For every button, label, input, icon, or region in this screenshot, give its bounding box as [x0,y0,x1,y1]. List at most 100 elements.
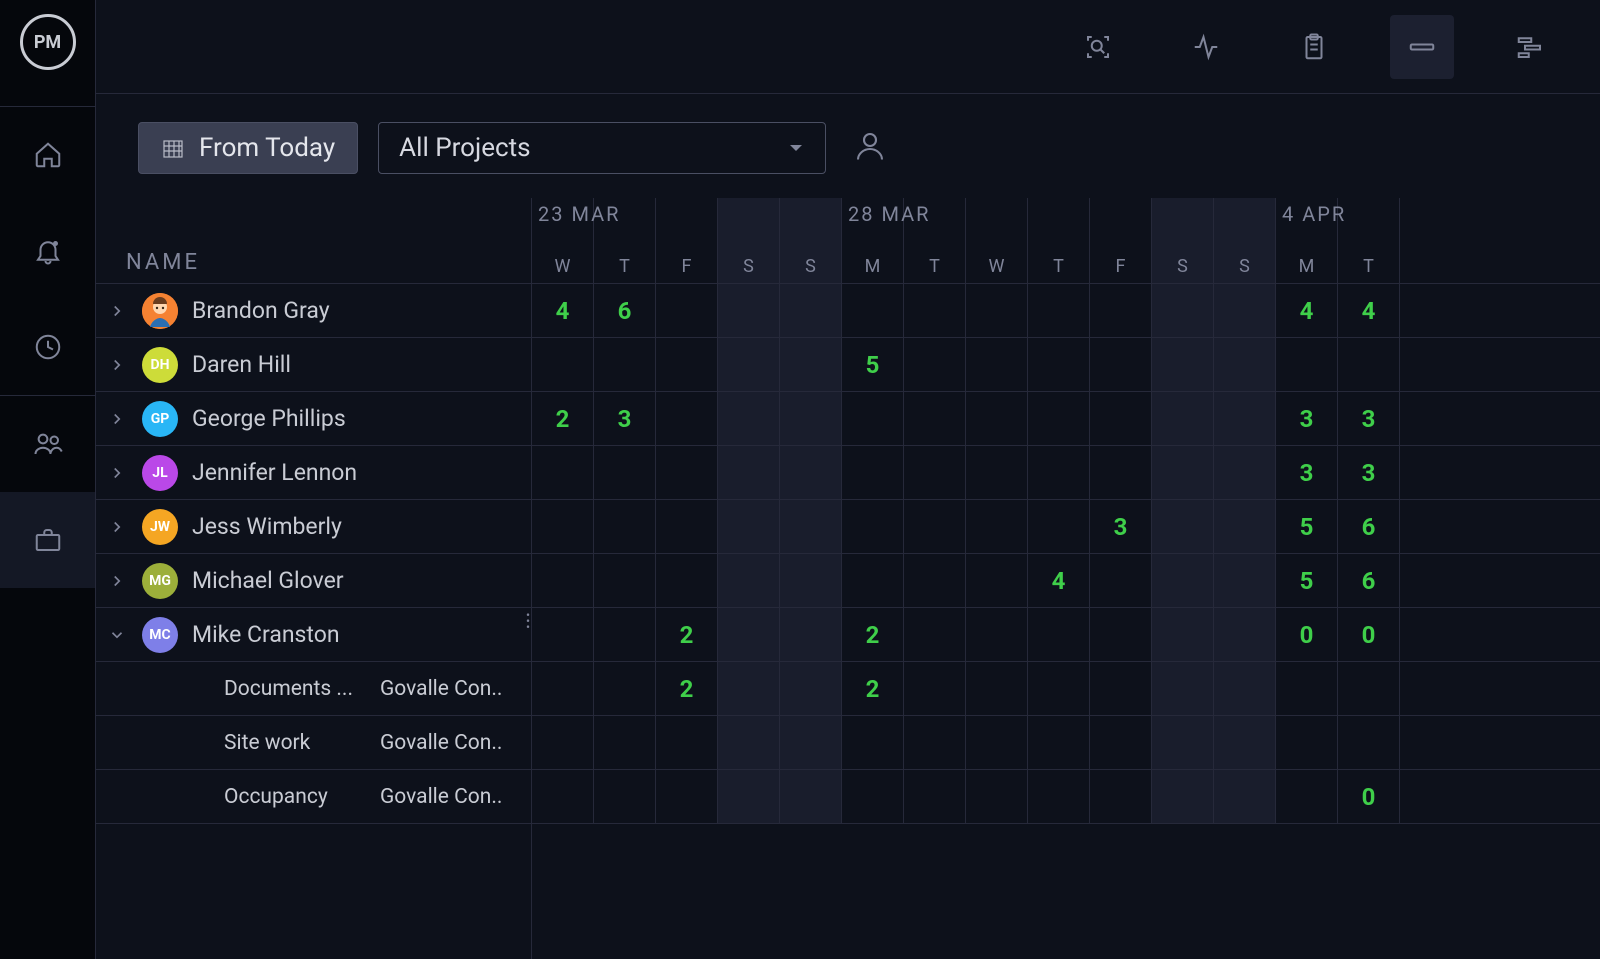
calendar-cell[interactable] [1090,554,1152,607]
calendar-cell[interactable]: 4 [1276,284,1338,337]
column-resize-handle[interactable]: ••• [526,612,530,630]
person-row[interactable]: JLJennifer Lennon [96,446,531,500]
calendar-cell[interactable] [966,500,1028,553]
expand-toggle[interactable] [106,624,128,646]
calendar-cell[interactable] [532,446,594,499]
calendar-cell[interactable] [1152,554,1214,607]
calendar-cell[interactable] [656,284,718,337]
calendar-cell[interactable] [966,554,1028,607]
calendar-cell[interactable]: 5 [842,338,904,391]
calendar-cell[interactable] [594,500,656,553]
person-row[interactable]: GPGeorge Phillips [96,392,531,446]
calendar-cell[interactable] [1214,284,1276,337]
calendar-cell[interactable]: 4 [532,284,594,337]
calendar-cell[interactable] [842,770,904,823]
view-activity[interactable] [1174,15,1238,79]
calendar-cell[interactable] [1152,446,1214,499]
calendar-cell[interactable] [1152,770,1214,823]
expand-toggle[interactable] [106,354,128,376]
from-today-button[interactable]: From Today [138,122,358,174]
calendar-cell[interactable] [904,554,966,607]
calendar-cell[interactable] [594,338,656,391]
calendar-cell[interactable] [780,770,842,823]
expand-toggle[interactable] [106,408,128,430]
calendar-cell[interactable] [1028,500,1090,553]
calendar-cell[interactable]: 3 [1276,446,1338,499]
calendar-cell[interactable] [1028,770,1090,823]
calendar-cell[interactable] [1214,770,1276,823]
calendar-cell[interactable] [966,716,1028,769]
calendar-cell[interactable] [1276,662,1338,715]
person-row[interactable]: MGMichael Glover [96,554,531,608]
calendar-cell[interactable] [1276,770,1338,823]
calendar-cell[interactable]: 5 [1276,554,1338,607]
calendar-cell[interactable]: 0 [1338,608,1400,661]
calendar-cell[interactable] [780,338,842,391]
calendar-cell[interactable] [780,608,842,661]
calendar-cell[interactable] [966,446,1028,499]
calendar-cell[interactable] [966,608,1028,661]
calendar-cell[interactable] [656,392,718,445]
calendar-cell[interactable] [1090,392,1152,445]
calendar-cell[interactable] [1214,500,1276,553]
calendar-cell[interactable] [966,284,1028,337]
calendar-cell[interactable]: 4 [1028,554,1090,607]
calendar-cell[interactable]: 2 [656,608,718,661]
calendar-cell[interactable] [1090,338,1152,391]
calendar-cell[interactable] [532,716,594,769]
calendar-cell[interactable] [842,446,904,499]
person-row[interactable]: MCMike Cranston [96,608,531,662]
calendar-cell[interactable] [1214,392,1276,445]
calendar-cell[interactable] [594,662,656,715]
calendar-cell[interactable] [966,770,1028,823]
calendar-cell[interactable] [780,554,842,607]
calendar-cell[interactable]: 3 [1338,392,1400,445]
calendar-cell[interactable] [780,284,842,337]
calendar-cell[interactable]: 2 [842,608,904,661]
calendar-cell[interactable] [966,662,1028,715]
calendar-cell[interactable] [656,500,718,553]
expand-toggle[interactable] [106,300,128,322]
calendar-cell[interactable] [656,716,718,769]
calendar-cell[interactable] [842,554,904,607]
nav-people[interactable] [0,396,95,492]
view-search[interactable] [1066,15,1130,79]
calendar-cell[interactable] [1152,608,1214,661]
calendar-cell[interactable]: 2 [656,662,718,715]
calendar-cell[interactable]: 4 [1338,284,1400,337]
calendar-cell[interactable]: 0 [1338,770,1400,823]
calendar-cell[interactable]: 2 [532,392,594,445]
calendar-cell[interactable] [1214,716,1276,769]
calendar-cell[interactable] [718,392,780,445]
expand-toggle[interactable] [106,462,128,484]
calendar-cell[interactable] [1338,662,1400,715]
calendar-cell[interactable] [842,392,904,445]
calendar-cell[interactable] [780,500,842,553]
calendar-cell[interactable] [718,554,780,607]
calendar-cell[interactable]: 3 [1276,392,1338,445]
calendar-cell[interactable] [718,500,780,553]
calendar-cell[interactable] [904,770,966,823]
expand-toggle[interactable] [106,570,128,592]
calendar-cell[interactable] [656,446,718,499]
calendar-cell[interactable] [904,608,966,661]
calendar-cell[interactable] [1338,716,1400,769]
calendar-cell[interactable] [1090,716,1152,769]
calendar-cell[interactable] [1338,338,1400,391]
calendar-cell[interactable] [1214,338,1276,391]
calendar-cell[interactable] [1028,284,1090,337]
calendar-cell[interactable] [842,500,904,553]
calendar-cell[interactable]: 6 [594,284,656,337]
calendar-cell[interactable] [532,662,594,715]
calendar-cell[interactable] [1090,608,1152,661]
calendar-cell[interactable] [594,716,656,769]
calendar-cell[interactable] [904,392,966,445]
calendar-cell[interactable] [780,716,842,769]
calendar-cell[interactable] [1152,338,1214,391]
calendar-cell[interactable] [1214,662,1276,715]
calendar-cell[interactable] [1090,446,1152,499]
calendar-cell[interactable]: 3 [1338,446,1400,499]
calendar-cell[interactable] [1276,716,1338,769]
project-filter-select[interactable]: All Projects [378,122,826,174]
task-row[interactable]: Documents ...Govalle Con.. [96,662,531,716]
